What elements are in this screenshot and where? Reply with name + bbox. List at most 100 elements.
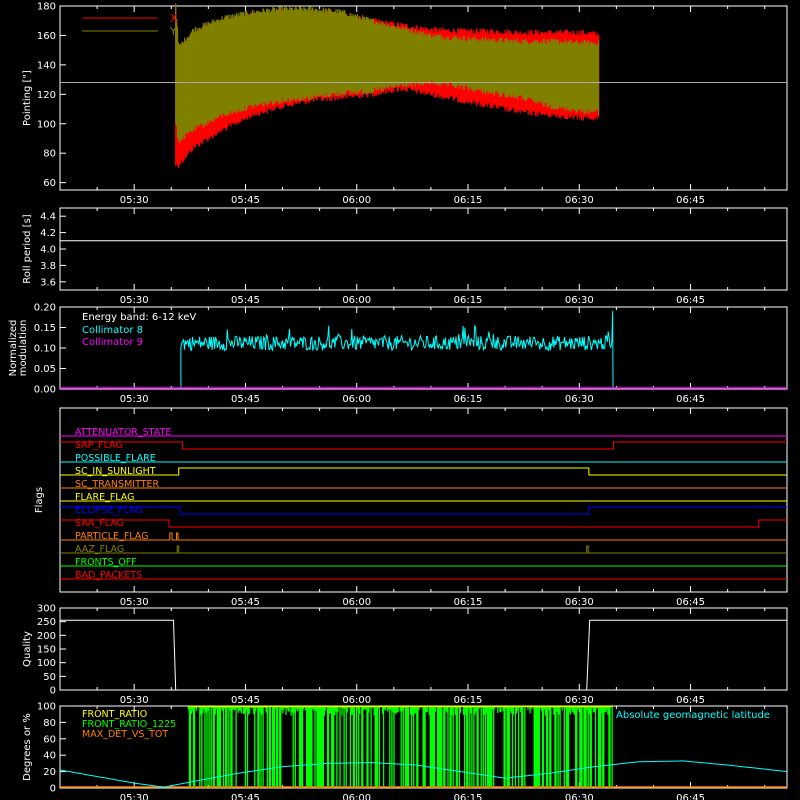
modulation-x-tick-label: 05:30 [120,394,149,405]
degrees-y-tick-label: 40 [43,751,56,762]
roll-x-tick-label: 06:30 [565,295,594,306]
quality-y-tick-label: 300 [37,604,56,615]
flag-label: ECLIPSE_FLAG [75,505,143,516]
flag-label: SC_IN_SUNLIGHT [75,466,156,477]
flag-line-sc_in_sunlight [60,467,787,476]
flags-x-tick-label: 05:45 [231,597,260,608]
modulation-y-tick-label: 0.00 [34,385,56,396]
pointing-legend-label: Y [169,25,177,38]
flag-line-eclipse_flag [60,506,787,515]
pointing-x-tick-label: 06:00 [342,195,371,206]
modulation-y-tick-label: 0.15 [34,323,56,334]
roll-y-tick-label: 3.6 [40,277,56,288]
flags-panel: 05:30 05:45 06:00 06:15 06:30 06:45 Flags ATTEN… [34,407,788,608]
degrees-y-tick-label: 80 [43,718,56,729]
modulation-x-tick-label: 06:00 [342,394,371,405]
pointing-y-tick-label: 100 [37,119,56,130]
quality-panel: 05:30 05:45 06:00 06:15 06:30 06:45 0 50 100 150 2… [22,604,788,706]
flags-x-tick-label: 05:30 [120,597,149,608]
quality-series [60,619,787,691]
modulation-x-tick-label: 06:15 [454,394,483,405]
flag-label: BAD_PACKETS [75,570,142,581]
degrees-y-tick-label: 0 [50,784,56,795]
flag-line-aaz_flag [60,545,787,554]
flags-y-axis-label: Flags [34,487,45,513]
flags-x-tick-label: 06:45 [676,597,705,608]
quality-y-tick-label: 50 [43,672,56,683]
flag-label: SAP_FLAG [75,440,123,451]
flag-label: FLARE_FLAG [75,492,135,503]
quality-x-tick-label: 05:45 [231,695,260,706]
pointing-x-tick-label: 05:30 [120,195,149,206]
pointing-y-tick-label: 160 [37,31,56,42]
flag-label: FRONTS_OFF [75,557,137,568]
degrees-legend-label: MAX_DET_VS_TOT [82,729,168,740]
pointing-y-tick-label: 60 [43,178,56,189]
pointing-y-tick-label: 120 [37,90,56,101]
quality-y-tick-label: 200 [37,631,56,642]
pointing-x-tick-label: 05:45 [231,195,260,206]
quality-x-tick-label: 06:45 [676,695,705,706]
degrees-panel: 05:30 05:45 06:00 06:15 06:30 06:45 0 20 40 60 80 1… [22,702,788,800]
flag-line-particle_flag [60,532,787,541]
modulation-legend-label: Collimator 9 [82,337,143,348]
quality-y-tick-label: 100 [37,658,56,669]
modulation-y-axis-label: modulation [18,320,29,377]
degrees-y-tick-label: 60 [43,734,56,745]
pointing-y-tick-label: 80 [43,149,56,160]
pointing-y-tick-label: 140 [37,60,56,71]
quality-x-tick-label: 06:00 [342,695,371,706]
roll-x-tick-label: 05:45 [231,295,260,306]
quality-x-tick-label: 06:15 [454,695,483,706]
degrees-y-tick-label: 20 [43,767,56,778]
degrees-x-tick-label: 06:30 [565,793,594,800]
flag-line-saa_flag [60,519,787,528]
degrees-x-tick-label: 06:00 [342,793,371,800]
flag-line-sap_flag [60,441,787,450]
modulation-x-tick-label: 06:45 [676,394,705,405]
quality-y-axis-label: Quality [22,631,33,667]
modulation-series-collimator-8 [180,311,614,390]
pointing-x-tick-label: 06:45 [676,195,705,206]
flags-x-tick-label: 06:30 [565,597,594,608]
degrees-y-tick-label: 100 [37,702,56,713]
quality-x-tick-label: 05:30 [120,695,149,706]
degrees-x-tick-label: 06:45 [676,793,705,800]
degrees-x-tick-label: 05:30 [120,793,149,800]
degrees-x-tick-label: 05:45 [231,793,260,800]
pointing-panel: 05:30 05:45 06:00 06:15 06:30 06:45 60 80 100 120… [22,2,788,206]
modulation-legend-title: Energy band: 6-12 keV [82,312,196,323]
pointing-legend-label: X [170,12,178,25]
summary-plot-canvas: 05:30 05:45 06:00 06:15 06:30 06:45 60 80 100 120… [8,2,788,800]
modulation-panel: 05:30 05:45 06:00 06:15 06:30 06:45 0.00 0.05 0.… [8,303,788,405]
degrees-x-tick-label: 06:15 [454,793,483,800]
roll-frame [59,207,788,291]
flags-x-tick-label: 06:00 [342,597,371,608]
modulation-y-tick-label: 0.10 [34,344,56,355]
flag-label: PARTICLE_FLAG [75,531,148,542]
roll-y-tick-label: 4.0 [40,245,56,256]
pointing-x-tick-label: 06:30 [565,195,594,206]
quality-y-tick-label: 250 [37,617,56,628]
flag-label: POSSIBLE_FLARE [75,453,156,464]
modulation-x-tick-label: 05:45 [231,394,260,405]
modulation-y-tick-label: 0.20 [34,303,56,314]
modulation-legend-label: Collimator 8 [82,325,143,336]
degrees-y-axis-label: Degrees or % [22,713,33,781]
roll-x-tick-label: 06:00 [342,295,371,306]
modulation-y-tick-label: 0.05 [34,364,56,375]
flag-label: AAZ_FLAG [75,544,124,555]
flag-label: ATTENUATOR_STATE [75,427,171,438]
roll-x-tick-label: 06:15 [454,295,483,306]
roll-y-tick-label: 3.8 [40,261,56,272]
roll-panel: 05:30 05:45 06:00 06:15 06:30 06:45 3.6 3.8 4.0 4… [22,207,788,306]
degrees-series-front-ratio-1225 [187,706,613,788]
roll-y-axis-label: Roll period [s] [22,214,33,283]
roll-x-tick-label: 05:30 [120,295,149,306]
roll-y-tick-label: 4.2 [40,228,56,239]
modulation-x-tick-label: 06:30 [565,394,594,405]
pointing-x-tick-label: 06:15 [454,195,483,206]
quality-y-tick-label: 150 [37,645,56,656]
pointing-y-axis-label: Pointing ["] [22,70,33,126]
flags-x-tick-label: 06:15 [454,597,483,608]
